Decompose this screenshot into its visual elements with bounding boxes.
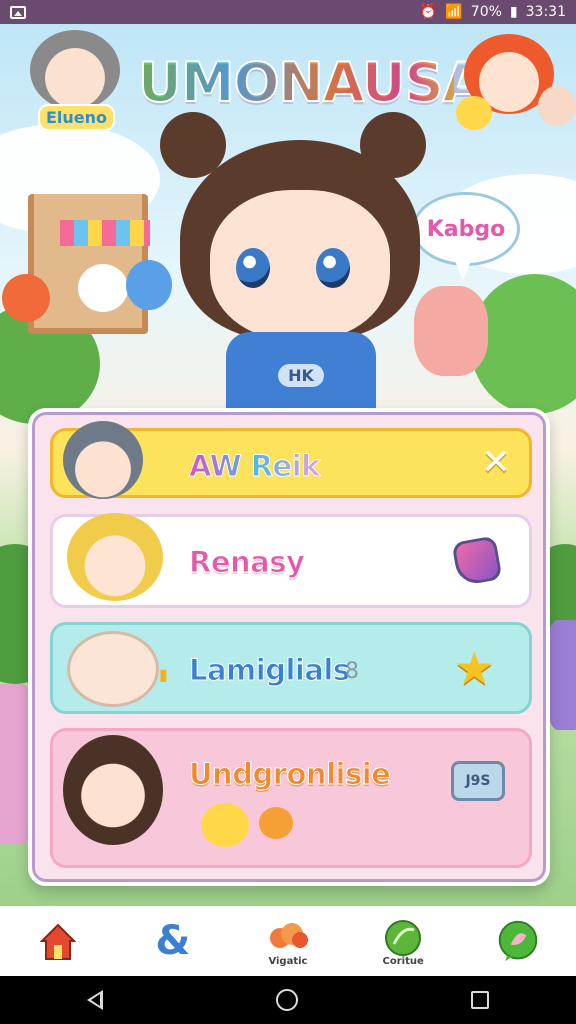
- alarm-icon: ⏰: [419, 4, 438, 20]
- ampersand-icon: &: [155, 918, 191, 964]
- hero-eye-right: [316, 248, 350, 288]
- heart-gem-icon[interactable]: [451, 535, 503, 587]
- hero-bun-right: [360, 112, 426, 178]
- image-notification-icon: [10, 5, 26, 19]
- fox-icon: [259, 807, 293, 839]
- nav-social[interactable]: &: [133, 911, 213, 971]
- menu-item-lamiglials[interactable]: ▮ Lamiglials 8 ★: [50, 622, 532, 714]
- bear-avatar: [67, 631, 159, 707]
- player-avatar[interactable]: [30, 30, 120, 110]
- wifi-icon: 📶: [445, 4, 463, 20]
- close-icon[interactable]: ✕: [477, 442, 515, 483]
- house-icon: [36, 919, 80, 963]
- purple-creature: [546, 620, 576, 730]
- teddy-bear: [414, 286, 488, 376]
- white-bear: [78, 264, 128, 312]
- bottom-nav: & Vigatic Coritue: [0, 906, 576, 976]
- system-nav-bar: [0, 976, 576, 1024]
- leaf-icon: [381, 916, 425, 960]
- hero-character[interactable]: HK: [160, 112, 430, 418]
- hero-shirt: HK: [226, 332, 376, 418]
- chat-icon: [496, 919, 540, 963]
- player-tag: Elueno: [38, 104, 116, 131]
- blue-creature: [126, 260, 172, 310]
- lock-icon: ▮: [159, 665, 168, 684]
- nav-coritue[interactable]: Coritue: [363, 911, 443, 971]
- puppy-icon: [538, 86, 576, 126]
- battery-icon: ▮: [509, 4, 518, 20]
- hero-bun-left: [160, 112, 226, 178]
- menu-item-label: AW Reik: [189, 449, 321, 484]
- avatar: [63, 421, 143, 499]
- menu-panel: AW Reik ✕ Renasy ▮ Lamiglials 8 ★ Undgro…: [28, 408, 550, 886]
- home-icon[interactable]: [275, 989, 298, 1011]
- back-icon[interactable]: [86, 990, 103, 1010]
- battery-text: 70%: [470, 4, 502, 20]
- hero-eye-left: [236, 248, 270, 288]
- nav-label: Vigatic: [268, 955, 308, 967]
- menu-item-label: Undgronlisie: [188, 757, 391, 792]
- menu-item-aw-reik[interactable]: AW Reik ✕: [50, 421, 532, 499]
- nav-label: Coritue: [382, 955, 424, 967]
- menu-item-undgronlisie[interactable]: Undgronlisie J9S: [50, 728, 532, 868]
- nav-home[interactable]: [18, 911, 98, 971]
- menu-item-label: Lamiglials: [189, 653, 351, 688]
- chick-icon: [201, 803, 249, 847]
- flower-icon: [266, 916, 310, 960]
- avatar: [63, 735, 163, 845]
- status-bar: ⏰ 📶 70% ▮ 33:31: [0, 0, 576, 24]
- recent-apps-icon[interactable]: [471, 991, 490, 1009]
- menu-item-extra: 8: [345, 659, 359, 684]
- menu-item-label: Renasy: [188, 545, 305, 580]
- nav-vigatic[interactable]: Vigatic: [248, 911, 328, 971]
- chick-icon: [456, 96, 492, 130]
- badge-icon[interactable]: J9S: [451, 761, 505, 801]
- hero-shirt-text: HK: [278, 363, 324, 387]
- menu-item-renasy[interactable]: Renasy: [50, 513, 532, 608]
- avatar: [67, 513, 163, 601]
- nav-chat[interactable]: [478, 911, 558, 971]
- bunting: [60, 220, 150, 246]
- orange-creature: [2, 274, 50, 322]
- playhouse: [28, 194, 148, 334]
- clock: 33:31: [525, 4, 566, 20]
- star-icon[interactable]: ★: [454, 645, 495, 691]
